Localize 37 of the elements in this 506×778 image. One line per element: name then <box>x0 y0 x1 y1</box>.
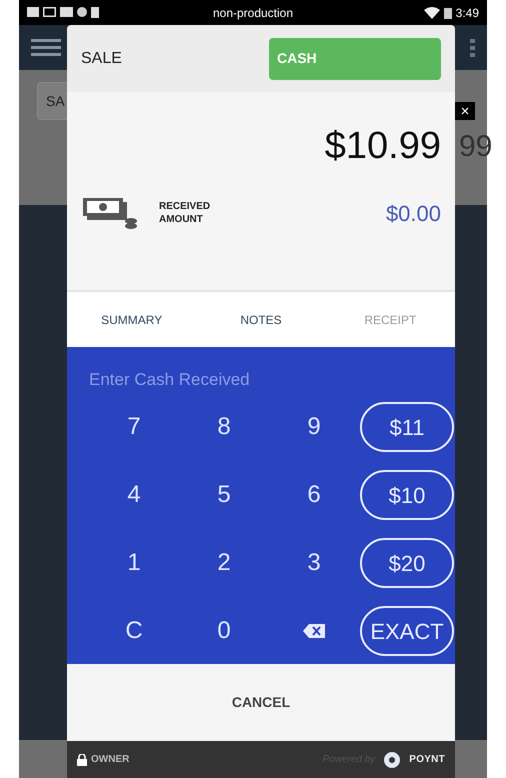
menu-icon[interactable] <box>31 38 61 56</box>
keypad-key[interactable]: 8 <box>204 407 244 447</box>
keypad-prompt: Enter Cash Received <box>89 369 251 391</box>
quick-amount-button[interactable]: EXACT <box>360 606 454 656</box>
dialog-title: SALE <box>81 48 122 68</box>
close-button[interactable]: × <box>455 102 475 120</box>
received-label: RECEIVED AMOUNT <box>159 201 212 226</box>
keypad-key[interactable]: 9 <box>294 407 334 447</box>
clock: 3:49 <box>456 4 479 22</box>
received-amount: $0.00 <box>386 200 441 228</box>
keypad-key[interactable]: C <box>114 611 154 651</box>
battery-icon <box>444 6 452 18</box>
lock-icon <box>77 754 87 766</box>
quick-amount-button[interactable]: $20 <box>360 538 454 588</box>
brand-name: POYNT <box>409 753 445 767</box>
cancel-button[interactable]: CANCEL <box>67 664 455 741</box>
more-icon[interactable] <box>470 38 475 56</box>
cash-icon <box>81 198 137 230</box>
keypad-key[interactable]: 2 <box>204 543 244 583</box>
keypad-key[interactable]: 3 <box>294 543 334 583</box>
keypad-key[interactable]: 5 <box>204 475 244 515</box>
keypad-key[interactable]: 1 <box>114 543 154 583</box>
keypad-key[interactable]: 4 <box>114 475 154 515</box>
backspace-icon[interactable] <box>303 624 325 638</box>
wifi-icon <box>424 6 440 18</box>
tab[interactable]: SUMMARY <box>67 310 196 328</box>
screen-icon <box>43 7 56 17</box>
keypad-key[interactable]: 7 <box>114 407 154 447</box>
keypad-key[interactable]: 6 <box>294 475 334 515</box>
quick-amount-button[interactable]: $11 <box>360 402 454 452</box>
status-title: non-production <box>212 4 294 22</box>
total-amount: $10.99 <box>324 124 441 169</box>
quick-amount-button[interactable]: $10 <box>360 470 454 520</box>
user-role: OWNER <box>91 753 130 767</box>
logo-icon <box>383 750 402 768</box>
keypad-key[interactable]: 0 <box>204 611 244 651</box>
tab[interactable]: NOTES <box>196 310 326 328</box>
